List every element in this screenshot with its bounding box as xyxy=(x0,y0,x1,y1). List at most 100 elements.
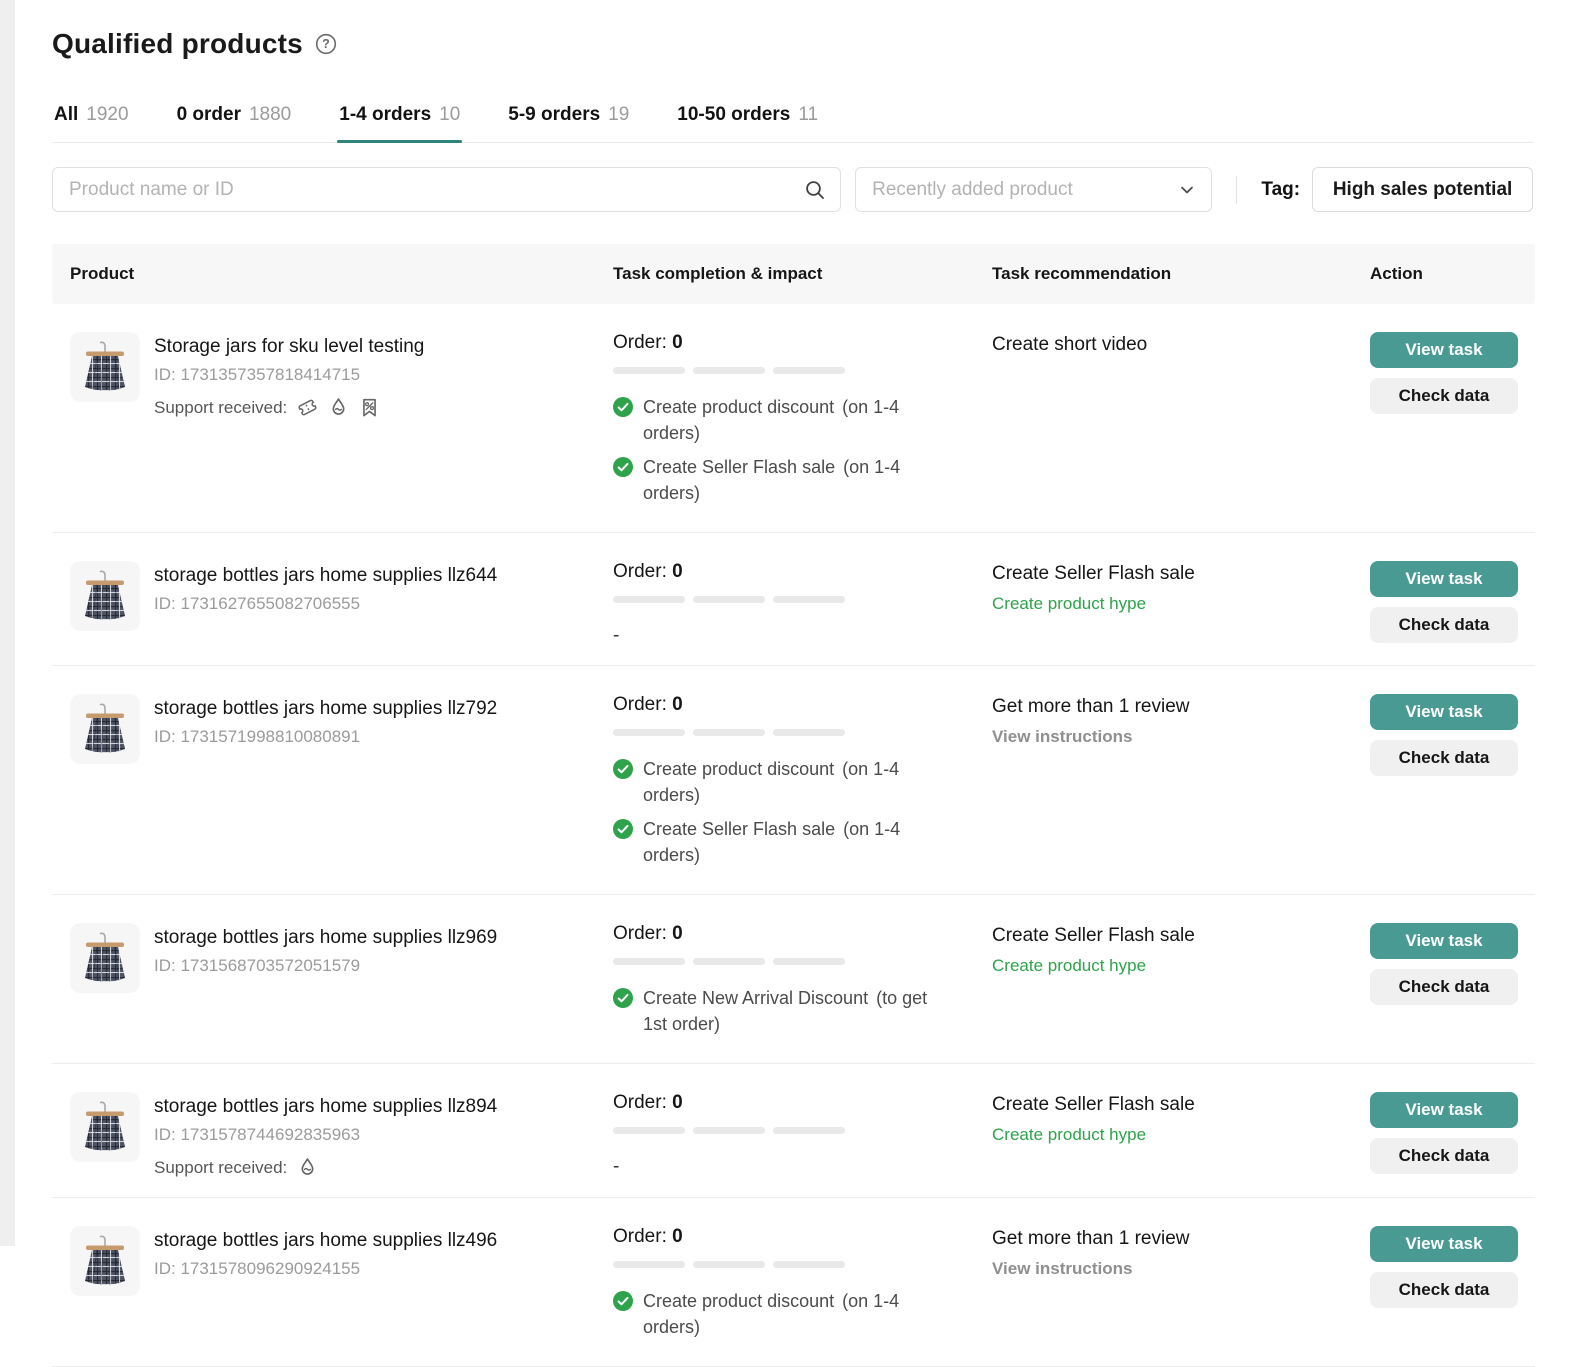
product-image xyxy=(70,561,140,631)
page-title: Qualified products xyxy=(52,28,303,60)
help-icon[interactable] xyxy=(315,33,337,55)
progress-bars xyxy=(613,1127,845,1134)
table-row: storage bottles jars home supplies llz64… xyxy=(52,533,1535,666)
tab-1-4-orders[interactable]: 1-4 orders 10 xyxy=(337,96,462,142)
check-circle-icon xyxy=(613,457,633,477)
page-left-gutter xyxy=(0,0,15,1246)
hype-flame-icon xyxy=(327,396,350,419)
product-search-box[interactable] xyxy=(52,167,841,212)
check-circle-icon xyxy=(613,397,633,417)
order-filter-tabs: All 1920 0 order 1880 1-4 orders 10 5-9 … xyxy=(52,96,1533,143)
order-value: 0 xyxy=(672,332,683,353)
recommendation-title: Create Seller Flash sale xyxy=(992,923,1350,949)
task-item: Create product discount(on 1-4 orders) xyxy=(613,756,944,808)
hype-flame-icon xyxy=(296,1156,319,1179)
view-task-button[interactable]: View task xyxy=(1370,332,1518,368)
no-task-dash: - xyxy=(613,1156,944,1178)
check-data-button[interactable]: Check data xyxy=(1370,1138,1518,1174)
product-title: storage bottles jars home supplies llz96… xyxy=(154,925,497,951)
skirt-thumbnail xyxy=(70,1226,140,1296)
recommendation-link[interactable]: View instructions xyxy=(992,1259,1350,1279)
view-task-button[interactable]: View task xyxy=(1370,694,1518,730)
tab-5-9-orders[interactable]: 5-9 orders 19 xyxy=(506,96,631,142)
progress-bars xyxy=(613,367,845,374)
view-task-button[interactable]: View task xyxy=(1370,1092,1518,1128)
check-circle-icon xyxy=(613,1291,633,1311)
recommendation-link[interactable]: Create product hype xyxy=(992,594,1350,614)
product-id: ID: 1731568703572051579 xyxy=(154,956,497,976)
check-circle-icon xyxy=(613,759,633,779)
check-data-button[interactable]: Check data xyxy=(1370,607,1518,643)
tab-0-order[interactable]: 0 order 1880 xyxy=(175,96,294,142)
order-label: Order: xyxy=(613,1226,667,1247)
check-data-button[interactable]: Check data xyxy=(1370,740,1518,776)
progress-bars xyxy=(613,729,845,736)
skirt-thumbnail xyxy=(70,1092,140,1162)
sort-dropdown[interactable]: Recently added product xyxy=(855,167,1212,212)
order-count: Order: 0 xyxy=(613,923,944,945)
search-icon[interactable] xyxy=(804,179,826,201)
check-data-button[interactable]: Check data xyxy=(1370,378,1518,414)
product-title: storage bottles jars home supplies llz64… xyxy=(154,563,497,589)
tag-filter-chip[interactable]: High sales potential xyxy=(1312,167,1533,212)
product-image xyxy=(70,332,140,402)
task-item: Create product discount(on 1-4 orders) xyxy=(613,394,944,446)
product-title: storage bottles jars home supplies llz79… xyxy=(154,696,497,722)
recommendation-title: Get more than 1 review xyxy=(992,694,1350,720)
view-task-button[interactable]: View task xyxy=(1370,1226,1518,1262)
skirt-thumbnail xyxy=(70,923,140,993)
no-task-dash: - xyxy=(613,625,944,647)
recommendation-title: Create Seller Flash sale xyxy=(992,561,1350,587)
support-received-label: Support received: xyxy=(154,398,287,418)
product-title: storage bottles jars home supplies llz49… xyxy=(154,1228,497,1254)
view-task-button[interactable]: View task xyxy=(1370,923,1518,959)
check-data-button[interactable]: Check data xyxy=(1370,1272,1518,1308)
recommendation-title: Create short video xyxy=(992,332,1350,358)
order-label: Order: xyxy=(613,332,667,353)
task-list: Create product discount(on 1-4 orders) Cr… xyxy=(613,394,944,506)
tab-all[interactable]: All 1920 xyxy=(52,96,131,142)
task-item: Create Seller Flash sale(on 1-4 orders) xyxy=(613,454,944,506)
order-value: 0 xyxy=(672,923,683,944)
header-product: Product xyxy=(52,264,613,284)
recommendation-link[interactable]: View instructions xyxy=(992,727,1350,747)
order-count: Order: 0 xyxy=(613,1092,944,1114)
order-label: Order: xyxy=(613,1092,667,1113)
products-table: Product Task completion & impact Task re… xyxy=(52,244,1535,1367)
product-title: storage bottles jars home supplies llz89… xyxy=(154,1094,497,1120)
support-icons xyxy=(296,1156,319,1179)
recommendation-link[interactable]: Create product hype xyxy=(992,956,1350,976)
tag-label: Tag: xyxy=(1261,179,1300,201)
support-received-row: Support received: xyxy=(154,1156,497,1179)
task-list: Create product discount(on 1-4 orders) xyxy=(613,1288,944,1340)
support-icons xyxy=(296,396,381,419)
recommendation-link[interactable]: Create product hype xyxy=(992,1125,1350,1145)
order-count: Order: 0 xyxy=(613,332,944,354)
product-id: ID: 1731571998810080891 xyxy=(154,727,497,747)
product-image xyxy=(70,1092,140,1162)
progress-bars xyxy=(613,958,845,965)
table-header: Product Task completion & impact Task re… xyxy=(52,244,1535,304)
search-input[interactable] xyxy=(69,179,804,201)
product-image xyxy=(70,923,140,993)
tab-10-50-orders[interactable]: 10-50 orders 11 xyxy=(675,96,820,142)
order-value: 0 xyxy=(672,561,683,582)
coupon-icon xyxy=(296,396,319,419)
task-item: Create Seller Flash sale(on 1-4 orders) xyxy=(613,816,944,868)
order-count: Order: 0 xyxy=(613,1226,944,1248)
view-task-button[interactable]: View task xyxy=(1370,561,1518,597)
check-data-button[interactable]: Check data xyxy=(1370,969,1518,1005)
divider xyxy=(1236,176,1237,204)
order-label: Order: xyxy=(613,923,667,944)
recommendation-title: Create Seller Flash sale xyxy=(992,1092,1350,1118)
task-item: Create product discount(on 1-4 orders) xyxy=(613,1288,944,1340)
product-id: ID: 1731578096290924155 xyxy=(154,1259,497,1279)
chevron-down-icon xyxy=(1179,182,1195,198)
product-id: ID: 1731578744692835963 xyxy=(154,1125,497,1145)
task-item: Create New Arrival Discount(to get 1st o… xyxy=(613,985,944,1037)
header-action: Action xyxy=(1370,264,1535,284)
product-image xyxy=(70,694,140,764)
table-row: Storage jars for sku level testing ID: 1… xyxy=(52,304,1535,533)
table-body: Storage jars for sku level testing ID: 1… xyxy=(52,304,1535,1367)
support-received-row: Support received: xyxy=(154,396,424,419)
